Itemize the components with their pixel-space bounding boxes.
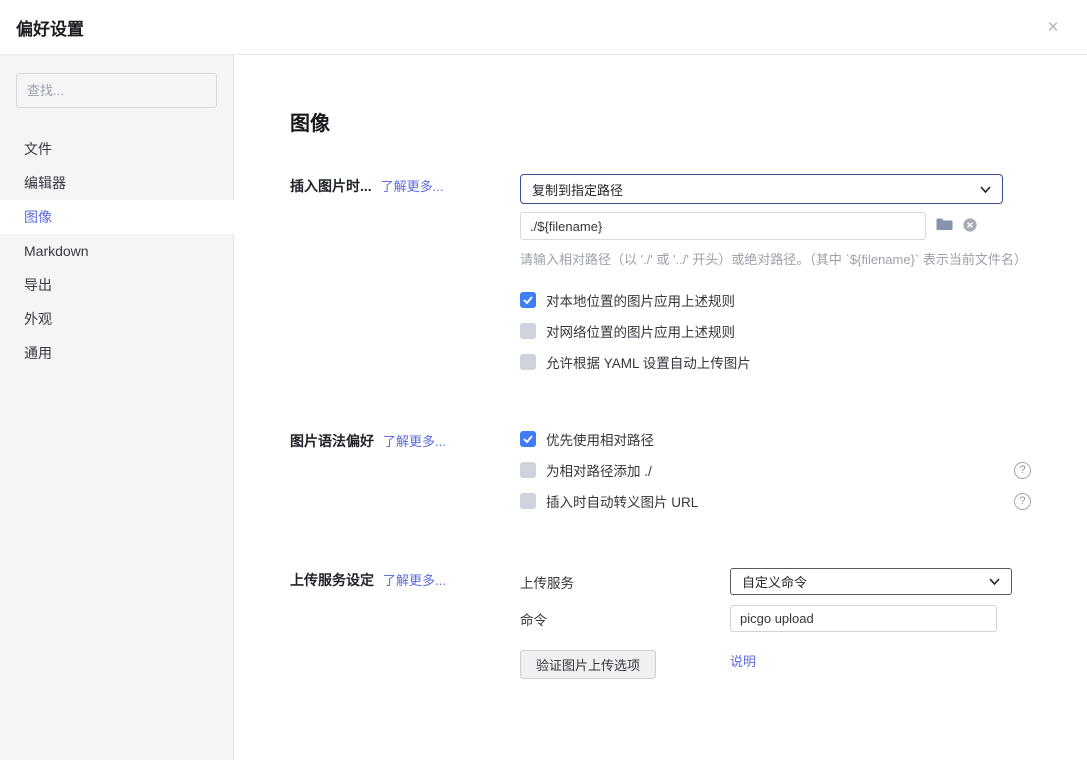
upload-service-controls: 上传服务 自定义命令 命令 验证图 (520, 568, 1031, 689)
path-input[interactable] (520, 212, 926, 240)
upload-doc-link[interactable]: 说明 (730, 651, 756, 670)
checkbox-prefer-relative[interactable] (520, 431, 536, 447)
sidebar-item-general[interactable]: 通用 (0, 336, 233, 370)
sidebar-item-image[interactable]: 图像 (0, 200, 234, 234)
checkbox-yaml-upload[interactable] (520, 354, 536, 370)
upload-learn-more-link[interactable]: 了解更多... (383, 570, 446, 589)
sidebar-item-appearance[interactable]: 外观 (0, 302, 233, 336)
search-input[interactable] (16, 73, 217, 108)
checkbox-label: 对网络位置的图片应用上述规则 (546, 321, 735, 341)
checkbox-row-prefer-relative[interactable]: 优先使用相对路径 (520, 429, 1031, 449)
upload-service-label-col: 上传服务设定 了解更多... (290, 568, 520, 689)
sidebar-item-files[interactable]: 文件 (0, 132, 233, 166)
section-heading: 图像 (290, 107, 1031, 136)
close-icon: × (1047, 17, 1058, 39)
upload-service-row: 上传服务 自定义命令 (520, 568, 1031, 595)
chevron-down-icon (980, 186, 991, 193)
image-syntax-label: 图片语法偏好 (290, 431, 374, 451)
checkbox-row-local-rule[interactable]: 对本地位置的图片应用上述规则 (520, 290, 1031, 310)
content-panel: 图像 插入图片时... 了解更多... 复制到指定路径 (234, 55, 1087, 760)
clear-path-button[interactable] (963, 218, 977, 235)
upload-service-select[interactable]: 自定义命令 (730, 568, 1012, 595)
checkbox-label: 允许根据 YAML 设置自动上传图片 (546, 352, 751, 372)
checkbox-row-yaml-upload[interactable]: 允许根据 YAML 设置自动上传图片 (520, 352, 1031, 372)
validate-upload-button[interactable]: 验证图片上传选项 (520, 650, 656, 679)
titlebar: 偏好设置 × (0, 0, 1087, 55)
folder-icon (936, 218, 953, 234)
command-input[interactable] (730, 605, 997, 632)
checkbox-network-rule[interactable] (520, 323, 536, 339)
page-title: 偏好设置 (16, 15, 84, 40)
copy-action-value: 复制到指定路径 (532, 180, 623, 199)
insert-learn-more-link[interactable]: 了解更多... (381, 176, 444, 195)
image-syntax-label-col: 图片语法偏好 了解更多... (290, 429, 520, 522)
upload-service-section-label: 上传服务设定 (290, 570, 374, 590)
checkbox-add-dot-slash[interactable] (520, 462, 536, 478)
checkbox-row-network-rule[interactable]: 对网络位置的图片应用上述规则 (520, 321, 1031, 341)
insert-image-label-col: 插入图片时... 了解更多... (290, 174, 520, 383)
checkbox-escape-url[interactable] (520, 493, 536, 509)
upload-service-label: 上传服务 (520, 572, 730, 592)
dialog-body: 文件 编辑器 图像 Markdown 导出 外观 通用 图像 插入图片时... … (0, 55, 1087, 760)
help-icon[interactable]: ? (1014, 462, 1031, 479)
syntax-learn-more-link[interactable]: 了解更多... (383, 431, 446, 450)
close-button[interactable]: × (1041, 16, 1065, 40)
sidebar-item-editor[interactable]: 编辑器 (0, 166, 233, 200)
search-wrap (0, 73, 233, 108)
checkbox-local-rule[interactable] (520, 292, 536, 308)
copy-action-select[interactable]: 复制到指定路径 (520, 174, 1003, 204)
image-syntax-controls: 优先使用相对路径 为相对路径添加 ./ ? 插入时自动转义图片 URL ? (520, 429, 1031, 522)
checkbox-label: 优先使用相对路径 (546, 429, 654, 449)
checkbox-label: 对本地位置的图片应用上述规则 (546, 290, 735, 310)
path-hint-text: 请输入相对路径（以 './' 或 '../' 开头）或绝对路径。（其中 `${f… (520, 249, 1031, 268)
browse-folder-button[interactable] (936, 218, 953, 234)
validate-button-cell: 验证图片上传选项 (520, 642, 730, 679)
chevron-down-icon (989, 578, 1000, 585)
checkbox-row-add-dot-slash[interactable]: 为相对路径添加 ./ ? (520, 460, 1031, 480)
upload-service-value: 自定义命令 (742, 572, 807, 591)
upload-service-section: 上传服务设定 了解更多... 上传服务 自定义命令 命令 (290, 568, 1031, 689)
command-row: 命令 (520, 605, 1031, 632)
insert-image-section: 插入图片时... 了解更多... 复制到指定路径 (290, 174, 1031, 383)
clear-circle-icon (963, 218, 977, 235)
sidebar-item-markdown[interactable]: Markdown (0, 234, 233, 268)
validate-row: 验证图片上传选项 说明 (520, 642, 1031, 679)
insert-image-controls: 复制到指定路径 (520, 174, 1031, 383)
sidebar: 文件 编辑器 图像 Markdown 导出 外观 通用 (0, 55, 234, 760)
checkbox-row-escape-url[interactable]: 插入时自动转义图片 URL ? (520, 491, 1031, 511)
insert-when-label: 插入图片时... (290, 176, 372, 196)
command-label: 命令 (520, 609, 730, 629)
help-icon[interactable]: ? (1014, 493, 1031, 510)
checkbox-label: 为相对路径添加 ./ (546, 460, 652, 480)
preferences-window: 偏好设置 × 文件 编辑器 图像 Markdown 导出 外观 通用 图像 插入… (0, 0, 1087, 760)
path-row (520, 212, 1031, 240)
image-syntax-section: 图片语法偏好 了解更多... 优先使用相对路径 为相对路径添加 ./ ? (290, 429, 1031, 522)
checkbox-label: 插入时自动转义图片 URL (546, 491, 698, 511)
sidebar-item-export[interactable]: 导出 (0, 268, 233, 302)
